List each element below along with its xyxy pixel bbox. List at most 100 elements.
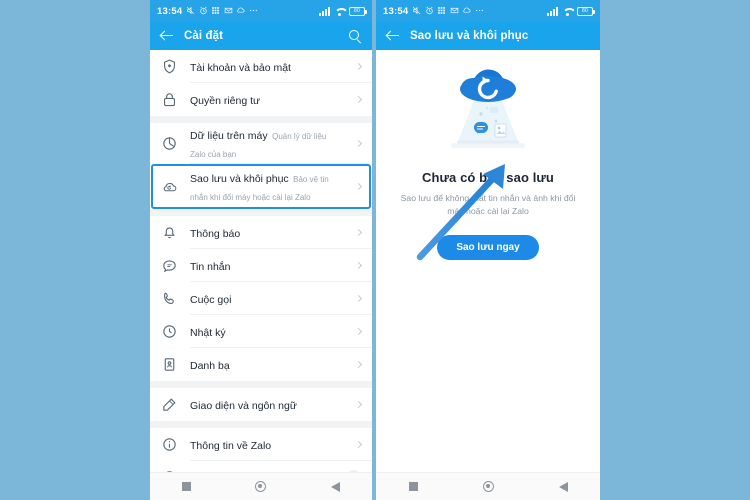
chevron-right-icon [354,294,363,303]
sidebar-item-text: Tài khoản và bảo mật [190,58,340,76]
bell-icon [161,224,178,241]
phone-icon [161,290,178,307]
sidebar-item-label: Cuộc gọi [190,293,232,306]
sidebar-item-device-data[interactable]: Dữ liệu trên máy Quản lý dữ liệu Zalo củ… [150,123,372,164]
chevron-right-icon [354,139,363,148]
sidebar-item-contacts[interactable]: Danh bạ [150,348,372,381]
sidebar-item-privacy[interactable]: Quyền riêng tư [150,83,372,116]
circle-home-icon[interactable] [482,481,494,492]
settings-list[interactable]: Tài khoản và bảo mật Quyền riêng tư Dữ l… [150,50,372,500]
settings-group: Dữ liệu trên máy Quản lý dữ liệu Zalo củ… [150,123,372,209]
lock-icon [161,91,178,108]
status-bar-left: 13:54 80 [150,0,372,22]
cloud-restore-icon [161,178,178,195]
search-icon[interactable] [348,29,362,43]
phone-screen-backup: 13:54 80 Sao lưu và khôi phục Chưa có sa… [376,0,600,500]
group-divider [150,209,372,216]
sidebar-item-text: Thông báo [190,224,340,242]
pie-chart-icon [161,135,178,152]
silent-icon [186,6,195,17]
sidebar-item-text: Giao diện và ngôn ngữ [190,396,340,414]
sidebar-item-label: Tài khoản và bảo mật [190,61,291,74]
back-arrow-icon[interactable] [386,29,400,43]
wifi-icon [334,7,345,16]
back-arrow-icon[interactable] [160,29,174,43]
triangle-back-icon[interactable] [558,481,568,492]
shield-icon [161,58,178,75]
mail-icon [224,6,233,17]
sidebar-item-text: Sao lưu và khôi phục Bảo vệ tin nhắn khi… [190,169,340,205]
apps-icon [211,6,220,17]
sidebar-item-messages[interactable]: Tin nhắn [150,249,372,282]
sidebar-item-label: Nhật ký [190,326,226,339]
battery-icon: 80 [349,6,367,16]
status-bar-left-icons [186,6,258,17]
silent-icon [412,6,421,17]
settings-group: Thông báo Tin nhắn Cuộc gọi Nhật ký Danh… [150,216,372,381]
sidebar-item-backup-restore[interactable]: Sao lưu và khôi phục Bảo vệ tin nhắn khi… [150,166,372,207]
sidebar-item-text: Quyền riêng tư [190,91,340,109]
cloud-sync-icon [462,6,471,17]
group-divider [150,421,372,428]
chevron-right-icon [354,261,363,270]
circle-home-icon[interactable] [255,481,267,492]
sidebar-item-label: Thông báo [190,227,241,240]
info-icon [161,436,178,453]
settings-group: Giao diện và ngôn ngữ [150,388,372,421]
sidebar-item-account-security[interactable]: Tài khoản và bảo mật [150,50,372,83]
sidebar-item-label: Tin nhắn [190,260,231,273]
battery-label: 80 [354,8,360,14]
chevron-right-icon [354,400,363,409]
signal-icon [547,6,558,16]
sidebar-item-label: Giao diện và ngôn ngữ [190,399,297,412]
system-nav-bar-right [376,472,600,500]
battery-label: 80 [582,8,588,14]
sidebar-item-about-zalo[interactable]: Thông tin về Zalo [150,428,372,461]
signal-icon [319,6,330,16]
contacts-icon [161,356,178,373]
sidebar-item-label: Sao lưu và khôi phục [190,172,289,185]
battery-icon: 80 [577,6,595,16]
status-bar-right: 13:54 80 [376,0,600,22]
sidebar-item-label: Danh bạ [190,359,230,372]
sidebar-item-text: Nhật ký [190,323,340,341]
wifi-icon [562,7,573,16]
square-recents-icon[interactable] [182,482,192,491]
chevron-right-icon [354,440,363,449]
apps-icon [437,6,446,17]
status-bar-right-icons: 80 [319,6,367,16]
app-bar-settings: Cài đặt [150,22,372,50]
alarm-icon [425,6,434,17]
sidebar-item-text: Tin nhắn [190,257,340,275]
status-bar-left-icons [412,6,484,17]
backup-empty-state: Chưa có bản sao lưu Sao lưu để không mất… [376,50,600,500]
chevron-right-icon [354,327,363,336]
sidebar-item-appearance-language[interactable]: Giao diện và ngôn ngữ [150,388,372,421]
sidebar-item-label: Quyền riêng tư [190,94,261,107]
triangle-back-icon[interactable] [330,481,340,492]
page-title: Sao lưu và khôi phục [410,30,529,42]
status-bar-time: 13:54 [157,5,183,17]
sidebar-item-calls[interactable]: Cuộc gọi [150,282,372,315]
phone-screen-settings: 13:54 80 Cài đặt Tài khoản và bảo mật Qu… [150,0,374,500]
settings-group: Tài khoản và bảo mật Quyền riêng tư [150,50,372,116]
sidebar-item-text: Cuộc gọi [190,290,340,308]
status-bar-right-icons: 80 [547,6,595,16]
cloud-sync-icon [236,6,245,17]
more-icon [475,6,484,17]
sidebar-item-text: Thông tin về Zalo [190,436,340,454]
sidebar-item-notifications[interactable]: Thông báo [150,216,372,249]
group-divider [150,116,372,123]
sidebar-item-text: Dữ liệu trên máy Quản lý dữ liệu Zalo củ… [190,126,340,162]
palette-icon [161,396,178,413]
app-bar-backup: Sao lưu và khôi phục [376,22,600,50]
sidebar-item-label: Thông tin về Zalo [190,439,272,452]
mail-icon [450,6,459,17]
sidebar-item-text: Danh bạ [190,356,340,374]
sidebar-item-activity-log[interactable]: Nhật ký [150,315,372,348]
status-bar-time: 13:54 [383,5,409,17]
message-icon [161,257,178,274]
pointer-arrow [404,145,524,270]
system-nav-bar-left [150,472,372,500]
square-recents-icon[interactable] [408,482,418,491]
